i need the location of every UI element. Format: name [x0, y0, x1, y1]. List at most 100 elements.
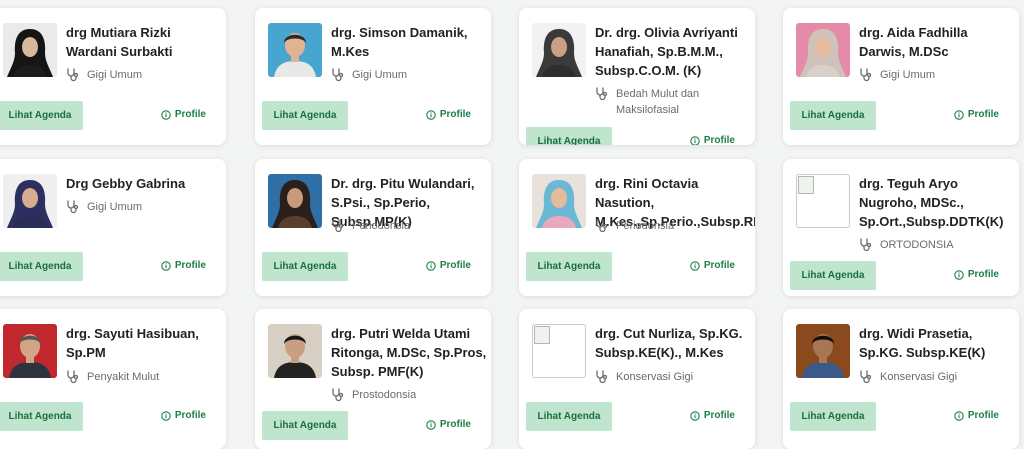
- doctor-specialty: Periodonsia: [595, 218, 745, 234]
- info-circle-icon: [690, 260, 700, 271]
- stethoscope-icon: [860, 238, 872, 252]
- lihat-agenda-button[interactable]: Lihat Agenda: [0, 101, 83, 130]
- doctor-specialty: Gigi Umum: [66, 199, 216, 215]
- doctor-card: drg Mutiara Rizki Wardani Surbakti Gigi U…: [0, 8, 226, 145]
- broken-image-icon: [534, 326, 550, 344]
- doctor-name[interactable]: drg. Teguh Aryo Nugroho, MDSc., Sp.Ort.,…: [859, 174, 1015, 231]
- doctor-card: drg. Putri Welda Utami Ritonga, M.DSc, S…: [255, 309, 491, 449]
- profile-label: Profile: [703, 135, 735, 145]
- profile-link[interactable]: Profile: [690, 410, 735, 421]
- lihat-agenda-button[interactable]: Lihat Agenda: [526, 252, 612, 281]
- profile-link[interactable]: Profile: [690, 260, 735, 271]
- specialty-label: Periodonsia: [352, 220, 411, 232]
- lihat-agenda-button[interactable]: Lihat Agenda: [790, 101, 876, 130]
- doctor-name[interactable]: drg. Putri Welda Utami Ritonga, M.DSc, S…: [331, 324, 487, 381]
- doctor-name[interactable]: drg. Widi Prasetia, Sp.KG. Subsp.KE(K): [859, 324, 1015, 362]
- profile-label: Profile: [967, 410, 999, 421]
- specialty-label: Periodonsia: [616, 220, 675, 232]
- lihat-agenda-button[interactable]: Lihat Agenda: [526, 402, 612, 431]
- doctor-photo-broken: [532, 324, 586, 378]
- stethoscope-icon: [67, 68, 79, 82]
- lihat-agenda-button[interactable]: Lihat Agenda: [790, 261, 876, 290]
- doctor-specialty: Prostodonsia: [331, 387, 481, 403]
- specialty-label: ORTODONSIA: [880, 239, 954, 251]
- doctor-photo: [532, 174, 586, 228]
- info-circle-icon: [426, 260, 436, 271]
- doctor-specialty: Konservasi Gigi: [859, 369, 1009, 385]
- info-circle-icon: [954, 410, 964, 421]
- profile-link[interactable]: Profile: [426, 419, 471, 430]
- info-circle-icon: [161, 260, 171, 271]
- profile-label: Profile: [439, 109, 471, 120]
- lihat-agenda-button[interactable]: Lihat Agenda: [526, 127, 612, 145]
- doctor-card: Dr. drg. Olivia Avriyanti Hanafiah, Sp.B…: [519, 8, 755, 145]
- profile-link[interactable]: Profile: [954, 269, 999, 280]
- doctor-name[interactable]: drg. Simson Damanik, M.Kes: [331, 23, 487, 61]
- doctor-name[interactable]: Drg Gebby Gabrina: [66, 174, 222, 193]
- doctor-photo: [268, 23, 322, 77]
- stethoscope-icon: [332, 68, 344, 82]
- doctor-photo: [796, 324, 850, 378]
- doctor-specialty: Gigi Umum: [66, 67, 216, 83]
- info-circle-icon: [954, 269, 964, 280]
- doctor-card: drg. Sayuti Hasibuan, Sp.PM Penyakit Mulu…: [0, 309, 226, 449]
- info-circle-icon: [161, 109, 171, 120]
- doctor-photo-broken: [796, 174, 850, 228]
- specialty-label: Gigi Umum: [87, 69, 143, 81]
- profile-label: Profile: [967, 269, 999, 280]
- lihat-agenda-button[interactable]: Lihat Agenda: [0, 402, 83, 431]
- profile-link[interactable]: Profile: [161, 410, 206, 421]
- profile-label: Profile: [439, 260, 471, 271]
- stethoscope-icon: [596, 219, 608, 233]
- doctor-photo: [3, 174, 57, 228]
- lihat-agenda-button[interactable]: Lihat Agenda: [790, 402, 876, 431]
- doctor-card: Drg Gebby Gabrina Gigi Umum Lihat Agenda Pr…: [0, 159, 226, 296]
- doctor-card: drg. Simson Damanik, M.Kes Gigi Umum Lihat…: [255, 8, 491, 145]
- specialty-label: Konservasi Gigi: [880, 371, 958, 383]
- doctor-specialty: Konservasi Gigi: [595, 369, 745, 385]
- profile-label: Profile: [703, 410, 735, 421]
- profile-label: Profile: [174, 410, 206, 421]
- profile-link[interactable]: Profile: [954, 410, 999, 421]
- profile-link[interactable]: Profile: [954, 109, 999, 120]
- doctor-photo: [532, 23, 586, 77]
- profile-label: Profile: [174, 260, 206, 271]
- doctor-card: Dr. drg. Pitu Wulandari, S.Psi., Sp.Peri…: [255, 159, 491, 296]
- stethoscope-icon: [860, 68, 872, 82]
- info-circle-icon: [690, 410, 700, 421]
- lihat-agenda-button[interactable]: Lihat Agenda: [0, 252, 83, 281]
- doctor-card: drg. Rini Octavia Nasution, M.Kes.,Sp.Pe…: [519, 159, 755, 296]
- doctor-card: drg. Teguh Aryo Nugroho, MDSc., Sp.Ort.,…: [783, 159, 1019, 296]
- doctor-name[interactable]: Dr. drg. Olivia Avriyanti Hanafiah, Sp.B…: [595, 23, 751, 80]
- specialty-label: Penyakit Mulut: [87, 371, 160, 383]
- lihat-agenda-button[interactable]: Lihat Agenda: [262, 101, 348, 130]
- stethoscope-icon: [67, 370, 79, 384]
- doctor-specialty: ORTODONSIA: [859, 237, 1009, 253]
- profile-label: Profile: [174, 109, 206, 120]
- doctor-photo: [268, 174, 322, 228]
- doctor-specialty: Periodonsia: [331, 218, 481, 234]
- doctor-name[interactable]: drg. Aida Fadhilla Darwis, M.DSc: [859, 23, 1015, 61]
- profile-link[interactable]: Profile: [426, 109, 471, 120]
- doctor-card: drg. Aida Fadhilla Darwis, M.DSc Gigi Umu…: [783, 8, 1019, 145]
- profile-link[interactable]: Profile: [161, 260, 206, 271]
- broken-image-icon: [798, 176, 814, 194]
- stethoscope-icon: [596, 87, 608, 101]
- profile-label: Profile: [703, 260, 735, 271]
- profile-link[interactable]: Profile: [690, 135, 735, 145]
- info-circle-icon: [690, 135, 700, 145]
- doctor-specialty: Bedah Mulut dan Maksilofasial: [595, 86, 745, 118]
- specialty-label: Gigi Umum: [880, 69, 936, 81]
- stethoscope-icon: [67, 200, 79, 214]
- profile-label: Profile: [439, 419, 471, 430]
- lihat-agenda-button[interactable]: Lihat Agenda: [262, 411, 348, 440]
- doctor-name[interactable]: drg. Sayuti Hasibuan, Sp.PM: [66, 324, 222, 362]
- profile-link[interactable]: Profile: [426, 260, 471, 271]
- doctor-name[interactable]: drg. Cut Nurliza, Sp.KG. Subsp.KE(K)., M…: [595, 324, 751, 362]
- doctor-photo: [3, 23, 57, 77]
- specialty-label: Prostodonsia: [352, 389, 417, 401]
- doctor-name[interactable]: drg Mutiara Rizki Wardani Surbakti: [66, 23, 222, 61]
- lihat-agenda-button[interactable]: Lihat Agenda: [262, 252, 348, 281]
- profile-link[interactable]: Profile: [161, 109, 206, 120]
- doctor-photo: [268, 324, 322, 378]
